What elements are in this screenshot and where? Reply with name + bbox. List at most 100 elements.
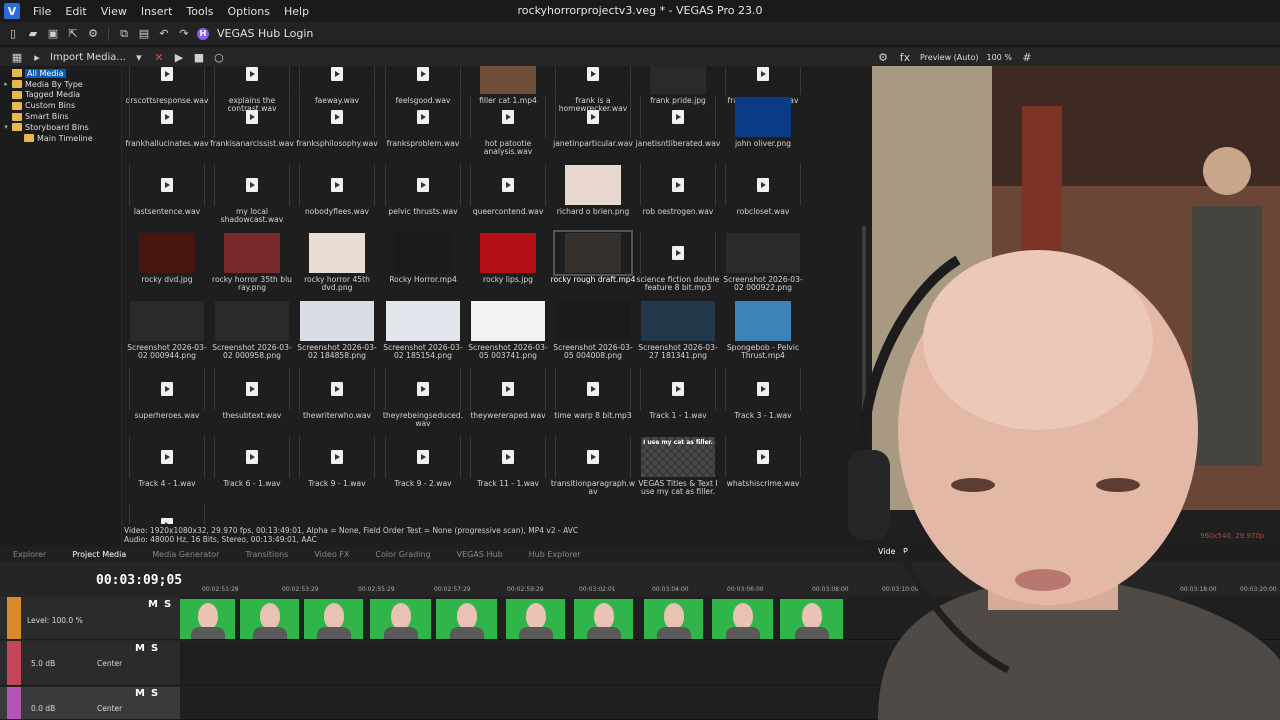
search-icon[interactable]: ○ bbox=[212, 50, 226, 64]
media-tile[interactable]: hot patootie analysis.wav bbox=[467, 96, 549, 162]
track-pan[interactable]: Center bbox=[97, 659, 122, 668]
menu-help[interactable]: Help bbox=[277, 5, 316, 18]
video-clip[interactable] bbox=[436, 599, 498, 639]
view-icon[interactable]: ▦ bbox=[10, 50, 24, 64]
dropdown-chevron-icon[interactable]: ▾ bbox=[132, 50, 146, 64]
remove-icon[interactable]: ✕ bbox=[152, 50, 166, 64]
media-tile[interactable]: franksproblem.wav bbox=[382, 96, 464, 162]
media-tile[interactable]: Rocky Horror.mp4 bbox=[382, 232, 464, 298]
mute-button[interactable]: M bbox=[135, 643, 145, 654]
vegas-logo-icon[interactable]: V bbox=[4, 3, 20, 19]
video-clip[interactable] bbox=[780, 599, 844, 639]
media-tile[interactable]: Screenshot 2026-03-02 000944.png bbox=[126, 300, 208, 366]
track-level[interactable]: Level: 100.0 % bbox=[27, 616, 83, 625]
media-tile[interactable]: Track 6 - 1.wav bbox=[211, 436, 293, 502]
media-tile[interactable]: I use my cat as filler. VEGAS Titles & Te… bbox=[637, 436, 719, 502]
tab-explorer[interactable]: Explorer bbox=[0, 550, 59, 559]
video-clip[interactable] bbox=[574, 599, 634, 639]
media-tile[interactable]: rocky lips.jpg bbox=[467, 232, 549, 298]
mute-button[interactable]: M bbox=[135, 688, 145, 699]
play-icon[interactable]: ▶ bbox=[172, 50, 186, 64]
media-tile[interactable]: john oliver.png bbox=[722, 96, 804, 162]
media-tile[interactable]: rocky rough draft.mp4 bbox=[551, 230, 635, 298]
mute-button[interactable]: M bbox=[148, 599, 158, 610]
track-volume[interactable]: 0.0 dB bbox=[31, 704, 55, 713]
open-folder-icon[interactable]: ▰ bbox=[26, 27, 40, 41]
tab-project-media[interactable]: Project Media bbox=[59, 550, 139, 559]
media-tile[interactable]: rocky horror 35th blu ray.png bbox=[211, 232, 293, 298]
menu-file[interactable]: File bbox=[26, 5, 58, 18]
copy-icon[interactable]: ⧉ bbox=[117, 27, 131, 41]
media-tile[interactable]: science fiction double feature 8 bit.mp3 bbox=[637, 232, 719, 298]
media-tile[interactable]: rocky dvd.jpg bbox=[126, 232, 208, 298]
track-header-audio-2[interactable]: M S 0.0 dB Center bbox=[0, 687, 180, 720]
media-tile[interactable]: Screenshot 2026-03-05 003741.png bbox=[467, 300, 549, 366]
media-tile[interactable]: pelvic thrusts.wav bbox=[382, 164, 464, 230]
menu-view[interactable]: View bbox=[94, 5, 134, 18]
solo-button[interactable]: S bbox=[151, 643, 158, 654]
preview-zoom-dropdown[interactable]: 100 % bbox=[987, 53, 1012, 62]
media-tile[interactable]: transitionparagraph.wav bbox=[551, 436, 635, 502]
media-tile[interactable]: robcloset.wav bbox=[722, 164, 804, 230]
tree-item-smart-bins[interactable]: Smart Bins bbox=[0, 111, 121, 122]
new-file-icon[interactable]: ▯ bbox=[6, 27, 20, 41]
render-icon[interactable]: ⇱ bbox=[66, 27, 80, 41]
fx-icon[interactable]: fx bbox=[898, 50, 912, 64]
media-tile[interactable]: franksphilosophy.wav bbox=[296, 96, 378, 162]
media-tile[interactable]: time warp 8 bit.mp3 bbox=[552, 368, 634, 434]
media-tile[interactable]: Track 1 - 1.wav bbox=[637, 368, 719, 434]
stop-icon[interactable]: ■ bbox=[192, 50, 206, 64]
tree-item-main-timeline[interactable]: Main Timeline bbox=[0, 133, 121, 144]
media-tile[interactable]: superheroes.wav bbox=[126, 368, 208, 434]
tab-video-fx[interactable]: Video FX bbox=[301, 550, 362, 559]
media-tile[interactable]: theyrebeingseduced.wav bbox=[382, 368, 464, 434]
track-header-audio-1[interactable]: M S 5.0 dB Center bbox=[0, 641, 180, 686]
settings-gear-icon[interactable]: ⚙ bbox=[86, 27, 100, 41]
media-tile[interactable]: my local shadowcast.wav bbox=[211, 164, 293, 230]
media-tile[interactable]: Track 9 - 1.wav bbox=[296, 436, 378, 502]
vegas-hub-icon[interactable]: H bbox=[197, 27, 209, 40]
redo-icon[interactable]: ↷ bbox=[177, 27, 191, 41]
track-pan[interactable]: Center bbox=[97, 704, 122, 713]
video-clip[interactable] bbox=[712, 599, 774, 639]
media-tile[interactable]: Screenshot 2026-03-05 004008.png bbox=[552, 300, 634, 366]
video-clip[interactable] bbox=[370, 599, 432, 639]
media-tile[interactable]: Screenshot 2026-03-02 184858.png bbox=[296, 300, 378, 366]
media-tile[interactable] bbox=[126, 504, 208, 524]
media-tile[interactable]: Track 11 - 1.wav bbox=[467, 436, 549, 502]
video-clip[interactable] bbox=[240, 599, 300, 639]
media-tile[interactable]: lastsentence.wav bbox=[126, 164, 208, 230]
save-icon[interactable]: ▣ bbox=[46, 27, 60, 41]
hub-login-button[interactable]: VEGAS Hub Login bbox=[217, 27, 313, 40]
video-clip[interactable] bbox=[180, 599, 236, 639]
paste-icon[interactable]: ▤ bbox=[137, 27, 151, 41]
media-tile[interactable]: Screenshot 2026-03-27 181341.png bbox=[637, 300, 719, 366]
menu-tools[interactable]: Tools bbox=[179, 5, 220, 18]
media-tile[interactable]: frankisanarcissist.wav bbox=[210, 96, 294, 162]
media-tile[interactable]: frankhallucinates.wav bbox=[125, 96, 209, 162]
media-tile[interactable]: thewriterwho.wav bbox=[296, 368, 378, 434]
settings-gear-icon[interactable]: ⚙ bbox=[876, 50, 890, 64]
tree-item-storyboard-bins[interactable]: ▾ Storyboard Bins bbox=[0, 122, 121, 133]
media-tile[interactable]: rocky horror 45th dvd.png bbox=[296, 232, 378, 298]
tab-media-generator[interactable]: Media Generator bbox=[139, 550, 232, 559]
media-tile[interactable]: rob oestrogen.wav bbox=[637, 164, 719, 230]
tab-transitions[interactable]: Transitions bbox=[232, 550, 301, 559]
tree-item-custom-bins[interactable]: Custom Bins bbox=[0, 100, 121, 111]
import-media-icon[interactable]: ▸ bbox=[30, 50, 44, 64]
menu-options[interactable]: Options bbox=[221, 5, 277, 18]
tree-item-tagged-media[interactable]: Tagged Media bbox=[0, 90, 121, 101]
preview-quality-dropdown[interactable]: Preview (Auto) bbox=[920, 53, 979, 62]
grid-icon[interactable]: # bbox=[1020, 50, 1034, 64]
track-header-video[interactable]: M S Level: 100.0 % bbox=[0, 597, 180, 640]
media-tile[interactable]: thesubtext.wav bbox=[211, 368, 293, 434]
video-clip[interactable] bbox=[304, 599, 364, 639]
timecode-display[interactable]: 00:03:09;05 bbox=[96, 573, 182, 588]
tree-item-media-by-type[interactable]: ▸ Media By Type bbox=[0, 79, 121, 90]
tree-item-all-media[interactable]: All Media bbox=[0, 68, 121, 79]
menu-edit[interactable]: Edit bbox=[58, 5, 93, 18]
video-clip[interactable] bbox=[506, 599, 566, 639]
tab-vegas-hub[interactable]: VEGAS Hub bbox=[444, 550, 516, 559]
media-tile[interactable]: janetisntliberated.wav bbox=[636, 96, 720, 162]
media-tile[interactable]: queercontend.wav bbox=[467, 164, 549, 230]
